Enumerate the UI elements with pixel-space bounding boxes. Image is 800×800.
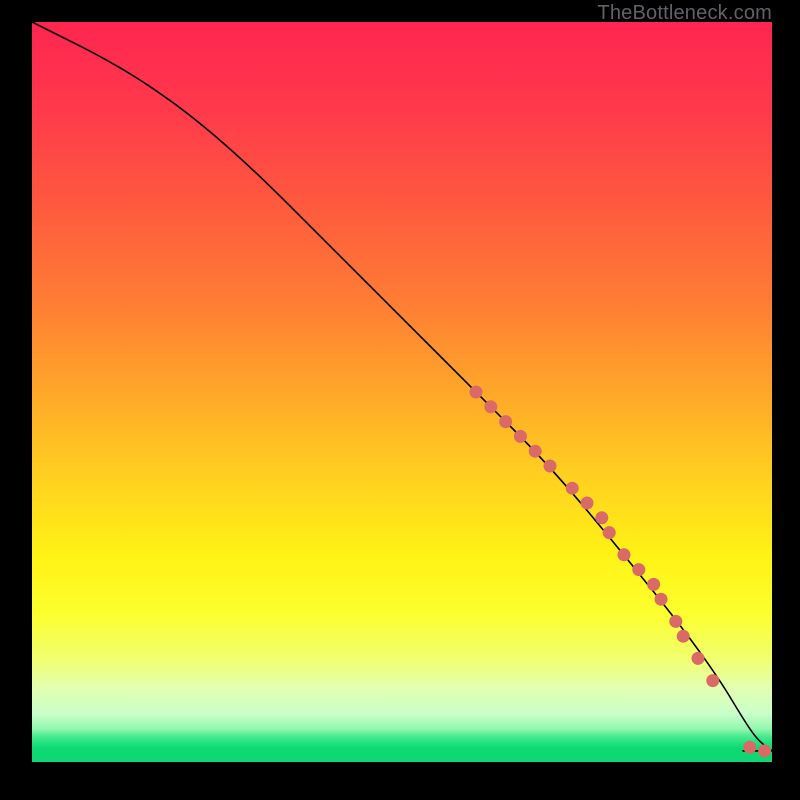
data-point: [470, 386, 483, 399]
data-points: [470, 386, 772, 758]
data-point: [603, 526, 616, 539]
data-point: [758, 744, 771, 757]
data-point: [566, 482, 579, 495]
data-point: [669, 615, 682, 628]
data-point: [743, 741, 756, 754]
data-point: [647, 578, 660, 591]
data-point: [632, 563, 645, 576]
bottleneck-curve: [32, 22, 772, 751]
data-point: [544, 460, 557, 473]
chart-stage: TheBottleneck.com: [0, 0, 800, 800]
data-point: [595, 511, 608, 524]
data-point: [581, 497, 594, 510]
data-point: [618, 548, 631, 561]
data-point: [514, 430, 527, 443]
chart-overlay: [32, 22, 772, 762]
plot-area: [32, 22, 772, 762]
data-point: [706, 674, 719, 687]
data-point: [655, 593, 668, 606]
data-point: [677, 630, 690, 643]
data-point: [484, 400, 497, 413]
data-point: [529, 445, 542, 458]
data-point: [499, 415, 512, 428]
data-point: [692, 652, 705, 665]
